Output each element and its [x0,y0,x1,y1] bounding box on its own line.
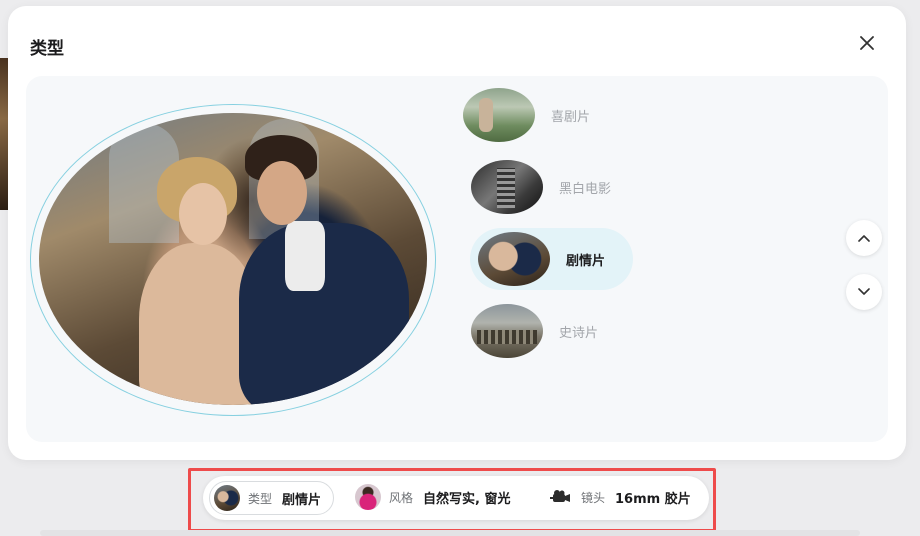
genre-thumbnail [471,304,543,358]
chip-type[interactable]: 类型 剧情片 [209,481,335,515]
genre-preview-image [39,113,427,405]
genre-item-epic[interactable]: 史诗片 [471,304,598,358]
genre-panel: 喜剧片 黑白电影 剧情片 史诗片 [26,76,888,442]
close-button[interactable] [856,32,878,54]
chip-lens[interactable]: 镜头 16mm 胶片 [543,481,703,513]
chevron-up-icon [858,235,870,242]
chip-key: 风格 [389,490,414,505]
type-thumbnail [214,485,240,511]
background-image-edge [0,58,8,210]
camera-icon [547,484,573,510]
chip-value: 16mm 胶片 [615,491,691,507]
genre-thumbnail [478,232,550,286]
genre-item-comedy[interactable]: 喜剧片 [463,88,590,142]
close-icon [860,36,874,50]
genre-thumbnail [471,160,543,214]
chip-value: 剧情片 [282,492,322,508]
chip-style[interactable]: 风格 自然写实, 窗光 [351,481,522,513]
scroll-down-button[interactable] [846,274,882,310]
genre-item-black-and-white[interactable]: 黑白电影 [471,160,611,214]
genre-label: 剧情片 [566,253,606,269]
genre-item-drama[interactable]: 剧情片 [470,228,634,290]
scroll-up-button[interactable] [846,220,882,256]
selection-bar: 类型 剧情片 风格 自然写实, 窗光 镜头 16mm 胶片 [203,476,709,520]
chip-key: 类型 [248,491,273,506]
genre-label: 史诗片 [559,325,599,341]
modal-title: 类型 [30,39,64,59]
genre-label: 喜剧片 [551,109,591,125]
background-panel-edge [40,530,860,536]
chevron-down-icon [858,288,870,295]
chip-key: 镜头 [581,490,606,505]
genre-thumbnail [463,88,535,142]
genre-modal: 类型 喜剧片 黑白电影 剧情片 史诗片 [8,6,906,460]
genre-label: 黑白电影 [559,181,612,197]
chip-value: 自然写实, 窗光 [423,491,511,507]
style-thumbnail [355,484,381,510]
